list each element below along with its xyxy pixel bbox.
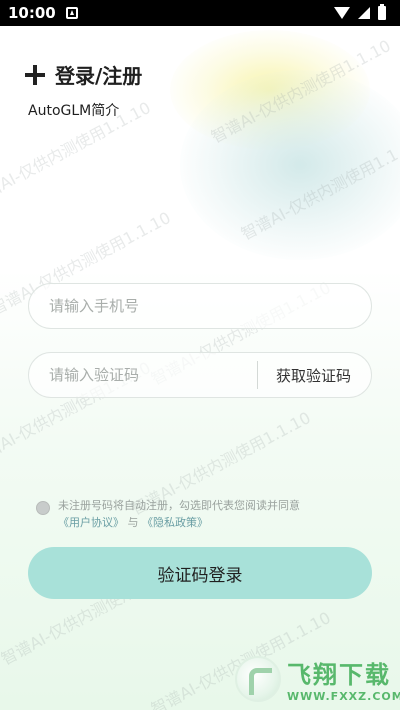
status-time: 10:00 <box>8 4 56 22</box>
get-code-button[interactable]: 获取验证码 <box>276 365 371 386</box>
agreement-text: 未注册号码将自动注册，勾选即代表您阅读并同意 <box>58 499 300 512</box>
wifi-icon <box>334 7 350 19</box>
notification-icon <box>65 7 78 19</box>
logo-name: 飞翔下载 <box>287 661 391 689</box>
status-bar: 10:00 <box>0 0 400 26</box>
page-title: 登录/注册 <box>55 64 143 88</box>
autoglm-intro-link[interactable]: AutoGLM简介 <box>28 100 119 120</box>
title-row: 登录/注册 <box>25 60 142 89</box>
agreement-text-block: 未注册号码将自动注册，勾选即代表您阅读并同意 《用户协议》 与 《隐私政策》 <box>58 497 300 531</box>
phone-field[interactable] <box>28 283 372 329</box>
user-agreement-link[interactable]: 《用户协议》 <box>58 516 124 529</box>
logo-text-wrap: 飞翔下载 WWW.FXXZ.COM <box>287 655 400 703</box>
status-left: 10:00 <box>8 4 78 22</box>
battery-icon <box>378 4 386 20</box>
download-site-logo: 飞翔下载 WWW.FXXZ.COM <box>235 650 400 708</box>
code-login-button[interactable]: 验证码登录 <box>28 547 372 599</box>
verification-code-input[interactable] <box>49 366 247 384</box>
site-logo-icon <box>235 656 281 702</box>
agreement-checkbox[interactable] <box>36 501 50 515</box>
code-field[interactable]: 获取验证码 <box>28 352 372 398</box>
phone-input[interactable] <box>49 297 351 315</box>
agreement-row: 未注册号码将自动注册，勾选即代表您阅读并同意 《用户协议》 与 《隐私政策》 <box>36 497 356 531</box>
status-right <box>334 4 386 20</box>
signal-icon <box>358 7 370 19</box>
code-divider <box>256 361 258 389</box>
logo-url: WWW.FXXZ.COM <box>287 690 400 703</box>
crosshair-logo-icon <box>25 64 45 85</box>
agreement-joiner: 与 <box>127 516 139 529</box>
decor-gradient-teal <box>180 70 400 260</box>
privacy-policy-link[interactable]: 《隐私政策》 <box>142 516 208 529</box>
